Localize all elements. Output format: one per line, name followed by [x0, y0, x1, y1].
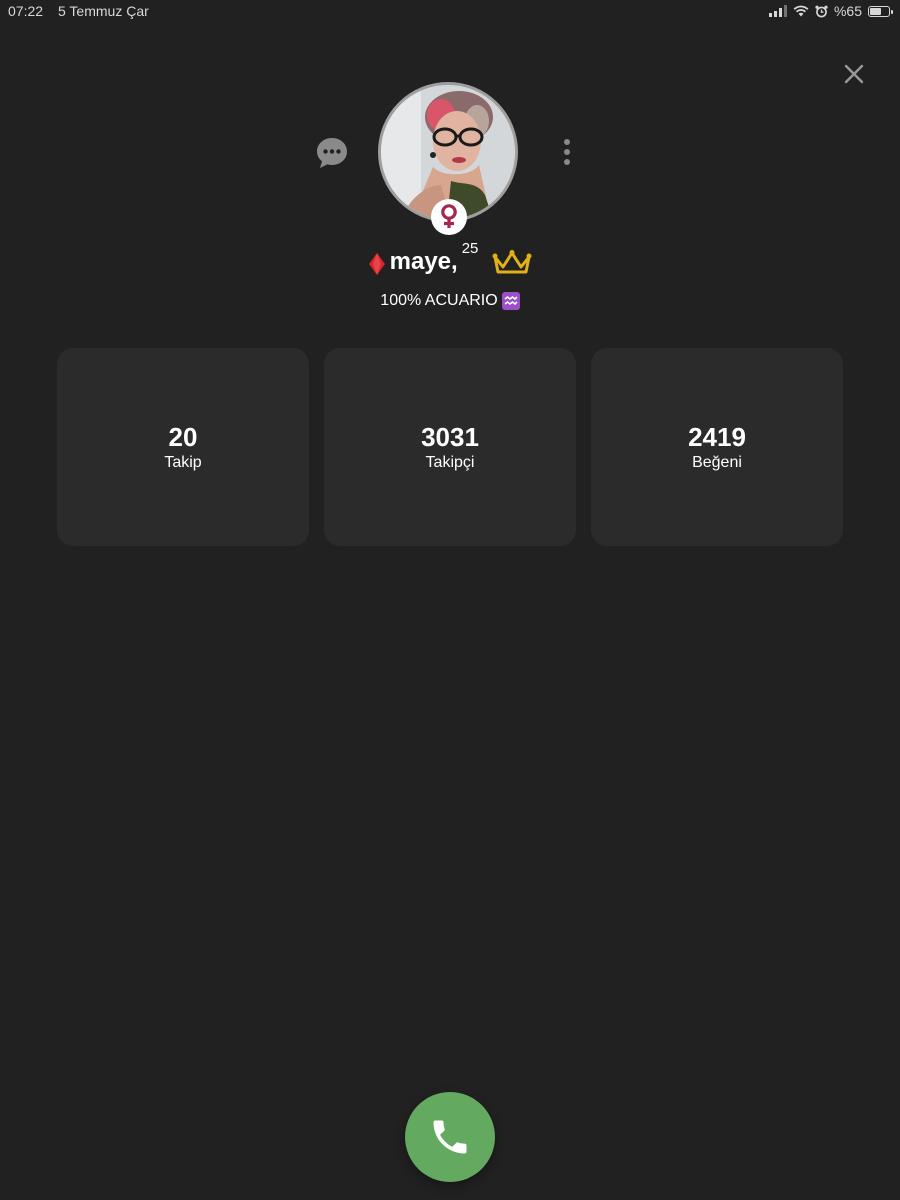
diamond-icon — [368, 253, 385, 275]
stat-likes[interactable]: 2419 Beğeni — [591, 348, 843, 546]
status-indicators: %65 — [768, 3, 893, 19]
profile-bio: 100% ACUARIO — [0, 292, 900, 310]
stat-value: 20 — [168, 422, 198, 452]
stat-label: Takipçi — [425, 454, 475, 471]
female-icon — [441, 204, 457, 228]
close-icon — [844, 64, 864, 84]
stat-label: Takip — [164, 454, 202, 471]
crown-icon — [492, 250, 532, 274]
chat-bubble-icon — [317, 138, 347, 168]
stat-value: 2419 — [688, 422, 746, 452]
call-button[interactable] — [405, 1092, 495, 1182]
wifi-icon — [793, 5, 809, 17]
phone-icon — [433, 1120, 467, 1154]
stat-label: Beğeni — [692, 454, 742, 471]
signal-icon — [768, 5, 787, 17]
gender-badge — [431, 199, 467, 235]
status-date: 5 Temmuz Çar — [58, 3, 149, 19]
chat-button[interactable] — [314, 135, 350, 171]
status-time: 07:22 — [8, 3, 44, 19]
stat-following[interactable]: 20 Takip — [57, 348, 309, 546]
more-options-button[interactable] — [556, 136, 578, 168]
battery-percent: %65 — [833, 3, 862, 19]
battery-icon — [868, 5, 893, 17]
close-button[interactable] — [840, 60, 868, 88]
alarm-icon — [815, 5, 828, 17]
stat-followers[interactable]: 3031 Takipçi — [324, 348, 576, 546]
user-age: 25 — [461, 240, 479, 257]
username: maye, — [389, 248, 458, 275]
stat-value: 3031 — [421, 422, 479, 452]
status-bar: 07:22 5 Temmuz Çar %65 — [0, 0, 900, 24]
profile-name-row: maye, 25 — [0, 240, 900, 276]
more-vertical-icon — [564, 139, 570, 165]
aquarius-icon — [501, 292, 520, 310]
profile-screen: 07:22 5 Temmuz Çar %65 maye, 25 100% ACU… — [0, 0, 900, 1200]
bio-text: 100% ACUARIO — [380, 292, 498, 309]
